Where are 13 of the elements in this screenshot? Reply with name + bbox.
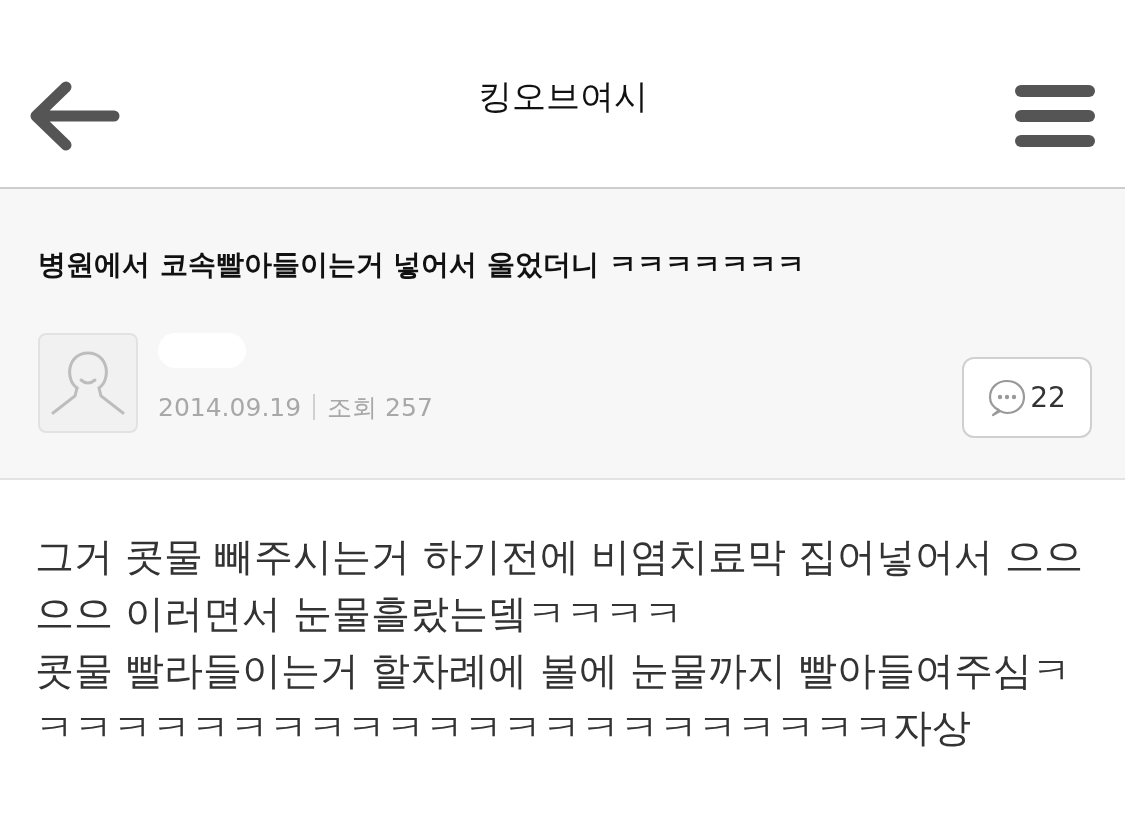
menu-icon bbox=[1015, 84, 1095, 147]
app-title: 킹오브여시 bbox=[477, 75, 648, 118]
post-title: 병원에서 코속빨아들이는거 넣어서 울었더니 ㅋㅋㅋㅋㅋㅋㅋ bbox=[38, 247, 806, 283]
view-count: 조회 257 bbox=[327, 391, 433, 424]
comment-count-button[interactable]: 22 bbox=[962, 357, 1092, 438]
post-paragraph: 그거 콧물 빼주시는거 하기전에 비염치료막 집어넣어서 으으으으 이러면서 눈물흘랐는뎈ㅋㅋㅋㅋ bbox=[35, 533, 1085, 638]
back-button[interactable] bbox=[28, 80, 120, 151]
post-paragraph: 콧물 빨라들이는거 할차례에 볼에 눈물까지 빨아들여주심ㅋㅋㅋㅋㅋㅋㅋㅋㅋㅋㅋㅋㅋㅋㅋㅋㅋㅋㅋㅋㅋㅋㅋ자상 bbox=[35, 647, 1073, 752]
menu-button[interactable] bbox=[1015, 84, 1095, 147]
post-date: 2014.09.19 bbox=[158, 392, 302, 422]
speech-bubble-icon bbox=[988, 378, 1027, 417]
person-silhouette-icon bbox=[51, 350, 125, 416]
back-arrow-icon bbox=[28, 80, 120, 151]
